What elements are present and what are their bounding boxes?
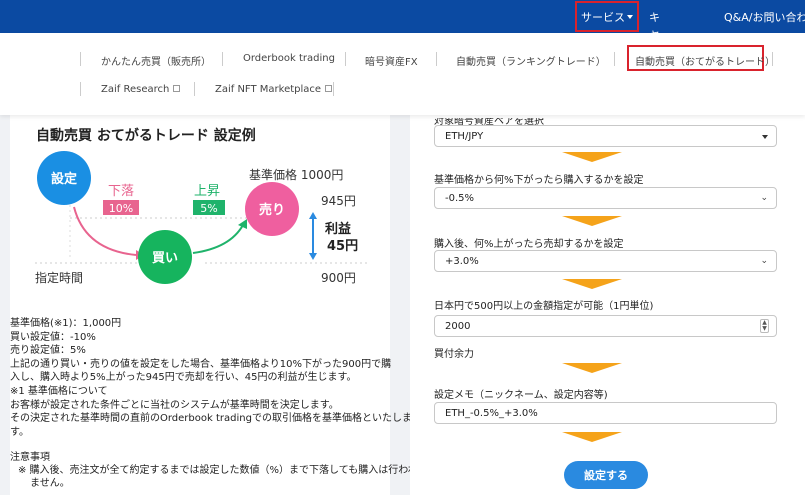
menu-item-zaif-research[interactable]: Zaif Research [101, 84, 181, 95]
menu-item-otegaru-trade[interactable]: 自動売買（おてがるトレード） [635, 53, 775, 68]
buy-threshold-label: 基準価格から何%下がったら購入するかを設定 [434, 175, 644, 186]
desc-line: その決定された基準時間の直前のOrderbook tradingでの取引価格を基… [10, 413, 412, 425]
notes-title: 注意事項 [10, 452, 50, 463]
divider [614, 52, 615, 66]
sell-threshold-label: 購入後、何%上がったら売却するかを設定 [434, 239, 624, 250]
buy-threshold-value: -0.5% [445, 193, 475, 204]
menu-item-nft-marketplace[interactable]: Zaif NFT Marketplace [215, 84, 333, 95]
memo-value: ETH_-0.5%_+3.0% [445, 408, 538, 419]
amount-input[interactable]: 2000 ▲ ▼ [434, 315, 777, 337]
price-900: 900円 [321, 271, 356, 285]
notes-line: ※ 購入後、売注文が全て約定するまでは設定した数値（%）まで下落しても購入は行わ… [18, 465, 418, 476]
memo-label: 設定メモ（ニックネーム、設定内容等) [434, 390, 608, 401]
example-card: 自動売買 おてがるトレード 設定例 設定 下落 10% 買い 上昇 5% 売り … [10, 115, 418, 495]
desc-line: す。 [10, 426, 29, 438]
service-menu-button[interactable]: サービス [575, 1, 639, 32]
menu-item-ranking-trade[interactable]: 自動売買（ランキングトレード） [456, 53, 606, 68]
amount-value: 2000 [445, 321, 471, 332]
submit-button[interactable]: 設定する [564, 461, 648, 489]
external-link-icon [173, 85, 181, 92]
example-diagram: 設定 下落 10% 買い 上昇 5% 売り 基準価格 1000円 945円 90… [35, 151, 370, 285]
menu-item-fx[interactable]: 暗号資産FX [365, 53, 418, 68]
external-link-icon [325, 85, 333, 92]
notes-section: 注意事項 ※ 購入後、売注文が全て約定するまでは設定した数値（%）まで下落しても… [10, 451, 418, 490]
buy-text: 買い [152, 251, 178, 266]
profit-arrowhead-up [309, 212, 317, 219]
rise-text: 上昇 [194, 184, 220, 199]
sell-threshold-value: +3.0% [445, 256, 479, 267]
chevron-down-icon: ⌄ [760, 193, 768, 203]
fall-percent: 10% [109, 202, 133, 215]
desc-line: 上記の通り買い・売りの値を設定をした場合、基準価格より10%下がった900円で購 [10, 358, 392, 370]
divider [436, 52, 437, 66]
chevron-down-icon: ⌄ [760, 256, 768, 266]
zaif-research-label: Zaif Research [101, 84, 170, 95]
time-label: 指定時間 [35, 270, 83, 285]
caret-down-icon [762, 135, 768, 139]
down-arrow-icon [562, 216, 622, 226]
down-arrow-icon [562, 279, 622, 289]
menu-item-orderbook[interactable]: Orderbook trading [243, 53, 335, 64]
desc-line: お客様が設定された条件ごとに当社のシステムが基準時間を決定します。 [10, 399, 339, 411]
profit-arrowhead-down [309, 253, 317, 260]
sell-threshold-select[interactable]: +3.0% ⌄ [434, 250, 777, 272]
down-arrow-icon [562, 432, 622, 442]
qa-link[interactable]: Q&A/お問い合わせ [724, 9, 805, 25]
desc-line: 基準価格(※1)：1,000円 [10, 318, 122, 329]
desc-line: ※1 基準価格について [10, 385, 108, 397]
example-title: 自動売買 おてがるトレード 設定例 [36, 128, 256, 144]
settings-form: 対象暗号資産ペアを選択 ETH/JPY 基準価格から何%下がったら購入するかを設… [410, 115, 805, 495]
divider [80, 82, 81, 96]
menu-item-simple-trade[interactable]: かんたん売買（販売所） [101, 53, 211, 68]
divider [80, 52, 81, 66]
divider [194, 82, 195, 96]
example-description: 基準価格(※1)：1,000円 買い設定値：-10% 売り設定値：5% 上記の通… [10, 317, 412, 439]
down-arrow-icon [562, 363, 622, 373]
pair-select[interactable]: ETH/JPY [434, 125, 777, 147]
nft-marketplace-label: Zaif NFT Marketplace [215, 84, 322, 95]
divider [222, 52, 223, 66]
rise-arrow [192, 224, 244, 254]
fall-text: 下落 [108, 184, 134, 199]
desc-line: 売り設定値：5% [10, 345, 86, 357]
balance-label: 買付余力 [434, 349, 474, 360]
stepper-icon[interactable]: ▲ ▼ [760, 319, 769, 333]
service-menu-label: サービス [581, 10, 625, 24]
amount-label: 日本円で500円以上の金額指定が可能（1円単位) [434, 301, 654, 312]
base-price-label: 基準価格 1000円 [249, 167, 343, 182]
memo-input[interactable]: ETH_-0.5%_+3.0% [434, 402, 777, 424]
profit-amount: 45円 [327, 239, 358, 254]
price-945: 945円 [321, 194, 356, 208]
desc-line: 買い設定値：-10% [10, 331, 96, 343]
caret-down-icon [627, 14, 633, 19]
sell-text: 売り [259, 202, 285, 218]
divider [345, 52, 346, 66]
desc-line: 入し、購入時より5%上がった945円で売却を行い、45円の利益が生じます。 [10, 372, 357, 384]
buy-threshold-select[interactable]: -0.5% ⌄ [434, 187, 777, 209]
rise-percent: 5% [200, 202, 217, 215]
divider [772, 52, 773, 66]
down-arrow-icon [562, 152, 622, 162]
profit-label: 利益 [325, 221, 351, 237]
pair-value: ETH/JPY [445, 131, 484, 142]
service-dropdown: かんたん売買（販売所） Orderbook trading 暗号資産FX 自動売… [0, 33, 805, 115]
setting-text: 設定 [51, 171, 77, 187]
notes-line: ません。 [30, 478, 70, 489]
top-navbar [0, 0, 805, 33]
divider [333, 82, 334, 96]
